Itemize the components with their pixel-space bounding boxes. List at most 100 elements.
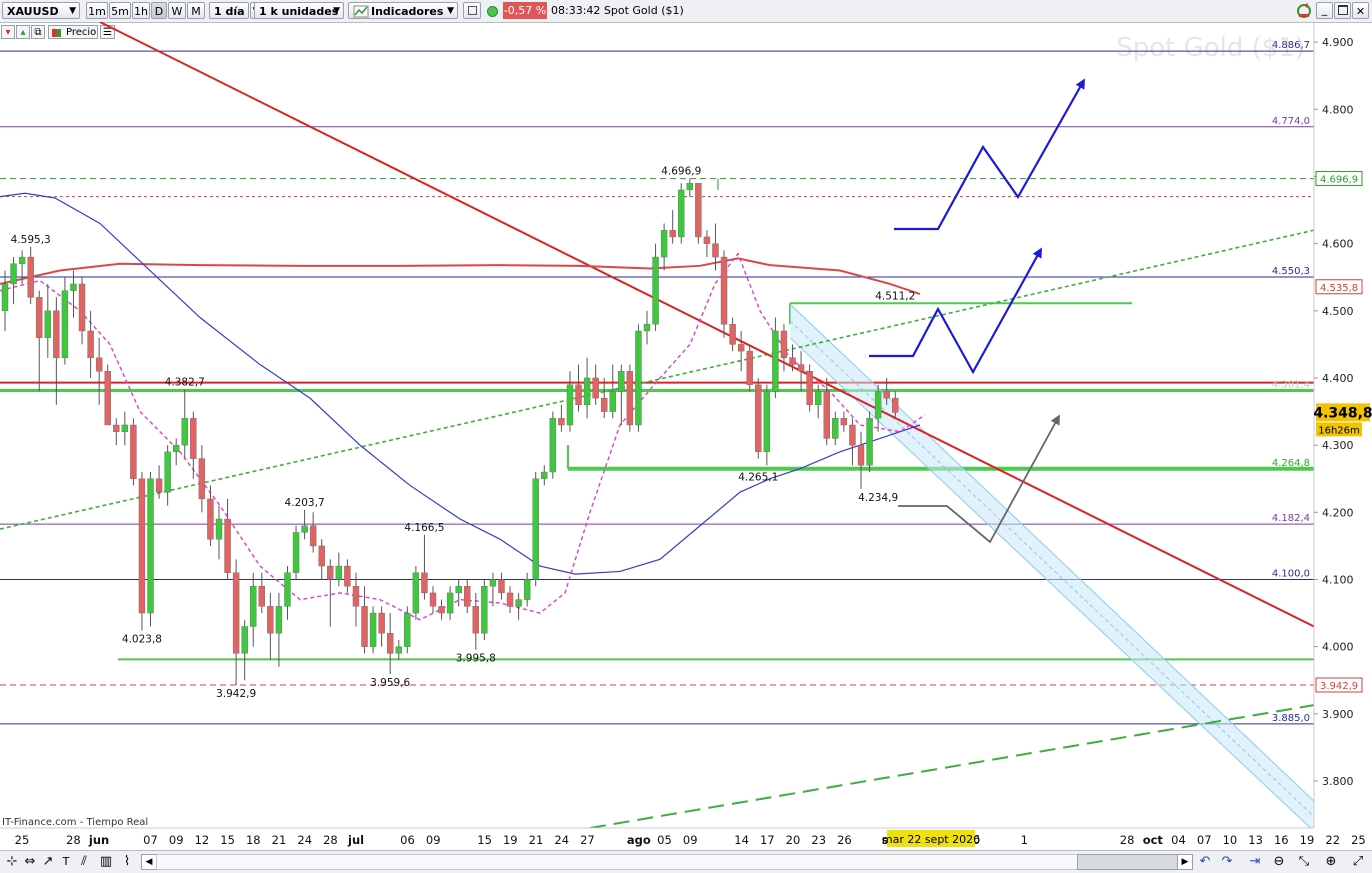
x-tick-label: 24 bbox=[554, 833, 569, 847]
zoom-reset-icon[interactable]: ⤡ bbox=[1296, 854, 1312, 870]
level-label: 4.381,4 bbox=[1272, 379, 1310, 390]
level-label: 4.535,8 bbox=[1320, 283, 1358, 294]
plot-area: Spot Gold ($1) 4.595,34.382,74.023,84.20… bbox=[0, 22, 1314, 828]
scrollbar-thumb[interactable] bbox=[1077, 854, 1187, 870]
candle-down bbox=[138, 478, 146, 614]
x-tick-label: jul bbox=[347, 833, 364, 847]
x-tick-label: oct bbox=[1143, 833, 1164, 847]
statusbar: ⊹ ⇔ ↗ T ⫽ ▥ ⌇ ◀ ▶ ↶ ↷ ⇥ ⊖ ⤡ ⊕ ⤢ bbox=[0, 850, 1372, 873]
candle-down bbox=[592, 377, 599, 399]
x-tick-label: 25 bbox=[1351, 833, 1366, 847]
candle-up bbox=[686, 182, 693, 191]
y-tick-label: 4.000 bbox=[1322, 641, 1354, 654]
x-tick-label: 19 bbox=[503, 833, 518, 847]
price-annotation: 3.942,9 bbox=[216, 688, 256, 700]
candle-up bbox=[44, 310, 51, 338]
candle-down bbox=[746, 350, 753, 385]
x-tick-label: 26 bbox=[837, 833, 852, 847]
price-annotations: 4.595,3 4.382,7 4.023,8 4.203,7 3.942,9 4.166… bbox=[11, 166, 916, 700]
forecast-path-mid bbox=[869, 247, 1042, 375]
x-tick-label: 04 bbox=[1171, 833, 1186, 847]
x-tick-label: 28 bbox=[1120, 833, 1135, 847]
candle-down bbox=[155, 478, 163, 493]
price-annotation: 4.023,8 bbox=[122, 634, 162, 646]
candle-down bbox=[438, 606, 445, 614]
candle-up bbox=[481, 586, 488, 634]
candle-up bbox=[455, 586, 462, 594]
price-annotation: 4.265,1 bbox=[738, 472, 778, 484]
draw-line-icon[interactable]: ↗ bbox=[40, 854, 56, 870]
candle-down bbox=[849, 424, 856, 446]
x-tick-label: 28 bbox=[323, 833, 338, 847]
candle-down bbox=[729, 324, 736, 345]
candle-up bbox=[772, 330, 779, 392]
candle-down bbox=[472, 606, 479, 634]
candle-down bbox=[755, 384, 762, 453]
candle-down bbox=[207, 498, 214, 540]
x-tick-label: ago bbox=[627, 833, 651, 847]
redo-icon[interactable]: ↷ bbox=[1218, 854, 1236, 870]
candle-down bbox=[361, 606, 368, 647]
x-tick-label: 09 bbox=[169, 833, 184, 847]
candle-up bbox=[523, 579, 531, 600]
candle-down bbox=[232, 572, 240, 654]
scroll-right-button[interactable]: ▶ bbox=[1177, 854, 1193, 870]
crosshair-icon[interactable]: ⊹ bbox=[4, 854, 20, 870]
text-tool-icon[interactable]: T bbox=[58, 854, 74, 870]
x-tick-label: 28 bbox=[66, 833, 81, 847]
zoom-in-icon[interactable]: ⊕ bbox=[1322, 854, 1340, 870]
horizontal-scrollbar-track[interactable] bbox=[156, 854, 1078, 870]
candle-up bbox=[815, 391, 822, 406]
candle-down bbox=[892, 397, 899, 413]
fullscreen-icon[interactable]: ⤢ bbox=[1350, 854, 1366, 870]
candle-up bbox=[643, 324, 651, 332]
level-label: 4.264,8 bbox=[1272, 458, 1310, 469]
level-label: 4.182,4 bbox=[1272, 513, 1310, 524]
y-tick-label: 3.800 bbox=[1322, 775, 1354, 788]
y-tick-label: 4.400 bbox=[1322, 372, 1354, 385]
candle-type-icon[interactable]: ▥ bbox=[96, 854, 116, 870]
candle-up bbox=[395, 646, 402, 654]
candle-down bbox=[883, 391, 890, 399]
drawing-objects bbox=[0, 22, 1314, 828]
arrows-icon[interactable]: ⇔ bbox=[22, 854, 38, 870]
candle-up bbox=[18, 256, 26, 265]
candle-down bbox=[113, 424, 120, 432]
candle-up bbox=[515, 599, 522, 607]
candle-down bbox=[789, 357, 796, 365]
cursor-date-marker: mar 22 sept 2026 bbox=[882, 830, 980, 847]
candle-down bbox=[806, 371, 813, 406]
candle-down bbox=[258, 586, 265, 607]
current-price-label: 4.348,8 bbox=[1313, 405, 1372, 421]
undo-icon[interactable]: ↶ bbox=[1196, 854, 1214, 870]
y-tick-label: 4.300 bbox=[1322, 439, 1354, 452]
candle-up bbox=[284, 572, 291, 607]
scroll-end-icon[interactable]: ⇥ bbox=[1246, 854, 1264, 870]
x-tick-label: 18 bbox=[246, 833, 261, 847]
countdown-label: 16h26m bbox=[1318, 425, 1360, 436]
x-tick-label: 20 bbox=[786, 833, 801, 847]
x-tick-label: 10 bbox=[1223, 833, 1238, 847]
zoom-out-icon[interactable]: ⊖ bbox=[1270, 854, 1288, 870]
level-label: 4.774,0 bbox=[1272, 116, 1310, 127]
candle-up bbox=[566, 384, 574, 426]
channel-icon[interactable]: ⫽ bbox=[76, 854, 92, 870]
candle-up bbox=[609, 391, 616, 412]
x-tick-label: 07 bbox=[143, 833, 158, 847]
ema-line bbox=[0, 252, 926, 621]
scroll-left-button[interactable]: ◀ bbox=[141, 854, 157, 870]
x-axis: 25 28 jun 07 09 12 15 18 21 24 28 jul 06 09 15 19 21 24 27… bbox=[15, 833, 1366, 847]
candle-down bbox=[429, 592, 437, 607]
candle-up bbox=[121, 424, 129, 432]
x-tick-label: 15 bbox=[477, 833, 492, 847]
price-annotation: 4.696,9 bbox=[661, 166, 701, 178]
price-chart[interactable]: Spot Gold ($1) 4.595,34.382,74.023,84.20… bbox=[0, 0, 1372, 850]
y-tick-label: 4.500 bbox=[1322, 305, 1354, 318]
candle-up bbox=[275, 606, 283, 634]
x-tick-label: 12 bbox=[195, 833, 210, 847]
channel-bottom bbox=[789, 337, 1312, 828]
candle-down bbox=[27, 256, 34, 298]
candle-down bbox=[309, 525, 317, 547]
zigzag-icon[interactable]: ⌇ bbox=[118, 854, 136, 870]
level-label: 3.942,9 bbox=[1320, 681, 1358, 692]
